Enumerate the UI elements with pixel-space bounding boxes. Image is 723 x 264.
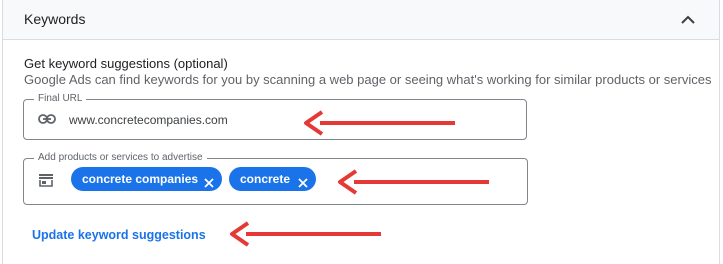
panel-header[interactable]: Keywords — [3, 0, 719, 40]
keyword-chip: concrete companies — [71, 167, 222, 191]
chevron-up-icon[interactable] — [677, 9, 699, 31]
close-icon[interactable] — [297, 173, 309, 188]
storefront-icon — [38, 172, 54, 193]
suggestions-heading: Get keyword suggestions (optional) — [24, 56, 228, 71]
panel-title: Keywords — [24, 11, 86, 27]
annotation-arrow-icon — [338, 169, 489, 195]
annotation-arrow-icon — [230, 221, 381, 247]
annotation-arrow-icon — [304, 110, 455, 136]
close-icon[interactable] — [203, 173, 215, 188]
update-keyword-suggestions-link[interactable]: Update keyword suggestions — [32, 228, 206, 242]
chip-label: concrete companies — [82, 172, 199, 186]
products-label: Add products or services to advertise — [34, 152, 207, 163]
link-icon — [38, 112, 56, 131]
suggestions-description: Google Ads can find keywords for you by … — [24, 72, 712, 87]
final-url-value[interactable]: www.concretecompanies.com — [69, 113, 228, 127]
final-url-label: Final URL — [34, 93, 87, 104]
chip-label: concrete — [240, 172, 291, 186]
keyword-chip: concrete — [229, 167, 316, 191]
